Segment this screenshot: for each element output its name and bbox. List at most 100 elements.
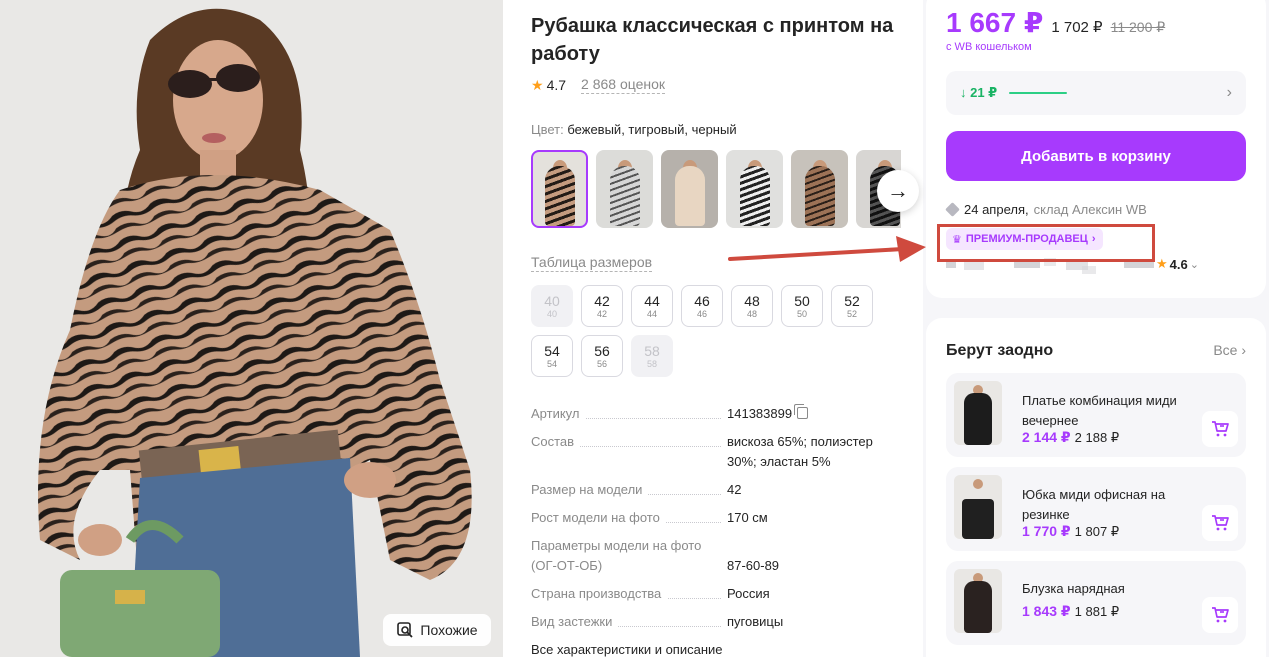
model-photo-illustration: [0, 0, 503, 657]
reco-add-to-cart-button[interactable]: [1202, 411, 1238, 447]
color-label: Цвет:: [531, 122, 564, 137]
wallet-note: с WB кошельком: [946, 41, 1032, 53]
star-icon: ★: [1156, 256, 1168, 271]
size-option[interactable]: 46 46: [681, 285, 723, 327]
reco-item[interactable]: Блузка нарядная 1 843 ₽1 881 ₽: [946, 561, 1246, 645]
spec-value: Россия: [727, 586, 770, 601]
size-eu: 58: [646, 358, 657, 369]
size-ru: 52: [844, 292, 860, 309]
spec-label: Рост модели на фото: [531, 508, 727, 528]
reco-price: 1 770 ₽1 807 ₽: [1022, 523, 1120, 539]
cart-icon: [1212, 421, 1229, 437]
star-icon: ★: [531, 76, 544, 93]
similar-button-label: Похожие: [420, 622, 478, 638]
reco-name: Юбка миди офисная на резинке: [1022, 487, 1166, 522]
price-regular: 1 702 ₽: [1051, 19, 1103, 36]
size-ru: 44: [644, 292, 660, 309]
size-ru: 40: [544, 292, 560, 309]
size-ru: 56: [594, 342, 610, 359]
color-swatch-beige[interactable]: [661, 150, 718, 228]
color-value: бежевый, тигровый, черный: [567, 122, 737, 137]
product-details: Рубашка классическая с принтом на работу…: [503, 0, 923, 657]
spec-row: Параметры модели на фото (ОГ-ОТ-ОБ) 87-60-…: [531, 536, 891, 576]
reco-name: Платье комбинация миди вечернее: [1022, 393, 1177, 428]
reco-name: Блузка нарядная: [1022, 581, 1125, 596]
size-option[interactable]: 56 56: [581, 335, 623, 377]
all-characteristics-link[interactable]: Все характеристики и описание: [531, 642, 723, 657]
size-table-link[interactable]: Таблица размеров: [531, 254, 653, 272]
chevron-down-icon: ⌄: [1189, 258, 1199, 271]
similar-button[interactable]: Похожие: [383, 614, 491, 646]
spec-row: Вид застежки пуговицы: [531, 612, 891, 632]
rating-row: ★ 4.7 2 868 оценок: [531, 76, 666, 94]
reviews-link[interactable]: 2 868 оценок: [581, 76, 666, 94]
spec-row: Размер на модели 42: [531, 480, 891, 500]
size-eu: 40: [546, 308, 557, 319]
size-ru: 54: [544, 342, 560, 359]
spec-row: Состав вискоза 65%; полиэстер 30%; эластан…: [531, 432, 891, 472]
product-photo[interactable]: Похожие: [0, 0, 503, 657]
size-option: 40 40: [531, 285, 573, 327]
swatches-next-arrow-icon[interactable]: →: [877, 170, 919, 212]
size-eu: 42: [596, 308, 607, 319]
color-row: Цвет: бежевый, тигровый, черный: [531, 122, 737, 137]
delivery-info: 24 апреля, склад Алексин WB: [945, 202, 1147, 217]
reco-item[interactable]: Платье комбинация миди вечернее 2 144 ₽2…: [946, 373, 1246, 457]
size-option[interactable]: 48 48: [731, 285, 773, 327]
reco-image: [954, 475, 1002, 539]
size-option[interactable]: 54 54: [531, 335, 573, 377]
size-eu: 50: [796, 308, 807, 319]
annotation-highlight-box: [937, 224, 1155, 262]
size-option[interactable]: 42 42: [581, 285, 623, 327]
size-eu: 48: [746, 308, 757, 319]
spec-label: Состав: [531, 432, 727, 472]
size-eu: 52: [846, 308, 857, 319]
spec-label: Страна производства: [531, 584, 727, 604]
reco-item[interactable]: Юбка миди офисная на резинке 1 770 ₽1 80…: [946, 467, 1246, 551]
size-ru: 42: [594, 292, 610, 309]
spec-value: пуговицы: [727, 614, 784, 629]
price-row: 1 667 ₽ 1 702 ₽ 11 200 ₽: [946, 6, 1165, 39]
product-rating: 4.7: [546, 77, 567, 93]
size-eu: 56: [596, 358, 607, 369]
similar-search-icon: [397, 622, 414, 638]
color-swatch-brown[interactable]: [791, 150, 848, 228]
delivery-warehouse: склад Алексин WB: [1033, 202, 1147, 217]
frequently-bought-together: Берут заодно Все › Платье комбинация мид…: [926, 318, 1266, 657]
color-swatch-black-white[interactable]: [726, 150, 783, 228]
size-ru: 48: [744, 292, 760, 309]
color-swatch-grey[interactable]: [596, 150, 653, 228]
price-old: 11 200 ₽: [1110, 19, 1166, 35]
spec-value: 141383899: [727, 404, 891, 424]
together-all-link[interactable]: Все ›: [1213, 342, 1246, 358]
together-title: Берут заодно: [946, 342, 1054, 359]
size-option[interactable]: 52 52: [831, 285, 873, 327]
reco-price: 1 843 ₽1 881 ₽: [1022, 603, 1120, 619]
size-eu: 54: [546, 358, 557, 369]
price-history-button[interactable]: ↓ 21 ₽ ›: [946, 71, 1246, 115]
size-ru: 50: [794, 292, 810, 309]
price-drop: ↓ 21 ₽: [960, 85, 998, 100]
add-to-cart-button[interactable]: Добавить в корзину: [946, 131, 1246, 181]
reco-image: [954, 381, 1002, 445]
size-option[interactable]: 44 44: [631, 285, 673, 327]
size-option[interactable]: 50 50: [781, 285, 823, 327]
spec-value: вискоза 65%; полиэстер 30%; эластан 5%: [727, 434, 873, 469]
seller-rating[interactable]: ★ 4.6 ⌄: [1156, 256, 1199, 272]
spec-value: 87-60-89: [727, 558, 780, 573]
size-option: 58 58: [631, 335, 673, 377]
product-page: Похожие Рубашка классическая с принтом н…: [0, 0, 1269, 657]
reco-add-to-cart-button[interactable]: [1202, 505, 1238, 541]
spec-label: Артикул: [531, 404, 727, 424]
spec-label: Параметры модели на фото (ОГ-ОТ-ОБ): [531, 538, 702, 573]
spec-value: 170 см: [727, 510, 768, 525]
size-ru: 58: [644, 342, 660, 359]
spec-row: Артикул 141383899: [531, 404, 891, 424]
size-ru: 46: [694, 292, 710, 309]
copy-icon[interactable]: [794, 404, 809, 419]
spec-value: 42: [727, 482, 742, 497]
annotation-arrow: [728, 236, 926, 262]
reco-add-to-cart-button[interactable]: [1202, 597, 1238, 633]
spec-row: Страна производства Россия: [531, 584, 891, 604]
color-swatch-zebra[interactable]: [531, 150, 588, 228]
